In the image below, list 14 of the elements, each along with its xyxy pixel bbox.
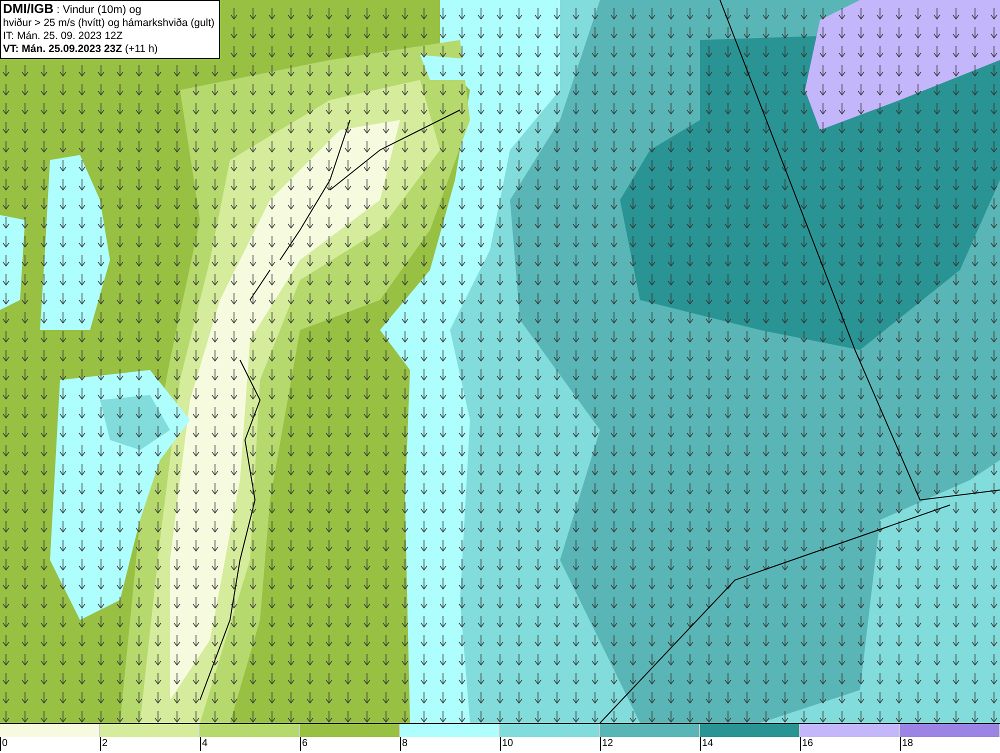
legend-label: 2: [100, 737, 108, 751]
legend-label: 14: [700, 737, 714, 751]
title-line: IT: Mán. 25. 09. 2023 12Z: [3, 30, 124, 43]
legend-label: 4: [200, 737, 208, 751]
title-line: VT: Mán. 25.09.2023 23Z (+11 h): [3, 43, 159, 56]
legend-label: 8: [400, 737, 408, 751]
legend-label: 6: [300, 737, 308, 751]
legend-label: 18: [900, 737, 914, 751]
title-line: DMI/IGB : Vindur (10m) og: [3, 2, 142, 17]
legend-label: 0: [0, 737, 8, 751]
legend-label: 16: [800, 737, 814, 751]
legend-label: 12: [600, 737, 614, 751]
legend-label: 10: [500, 737, 514, 751]
title-line: hviður > 25 m/s (hvítt) og hámarkshviða (gult): [3, 17, 215, 30]
